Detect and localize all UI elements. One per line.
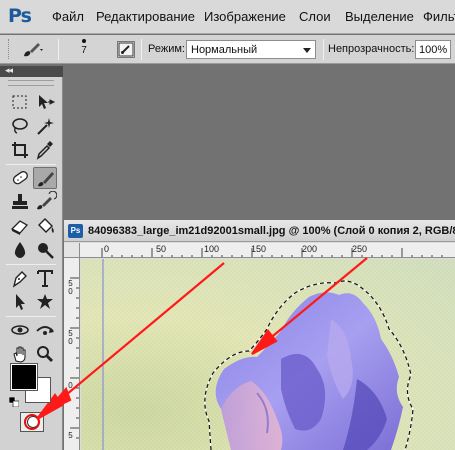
menu-select[interactable]: Выделение xyxy=(345,9,414,24)
document-ps-icon: Ps xyxy=(68,224,83,238)
annotation-circle xyxy=(24,414,40,430)
menu-file[interactable]: Файл xyxy=(52,9,84,24)
blur-tool[interactable] xyxy=(8,239,32,261)
default-colors-icon xyxy=(8,396,20,408)
chevron-down-icon xyxy=(303,48,311,53)
lasso-tool[interactable] xyxy=(8,115,32,137)
crop-tool[interactable] xyxy=(8,139,32,161)
3d-rotate-tool[interactable] xyxy=(8,319,32,341)
toolbox-grip[interactable] xyxy=(8,80,54,86)
document-window: Ps 84096383_large_im21d92001small.jpg @ … xyxy=(64,220,455,450)
mode-label: Режим: xyxy=(148,43,185,55)
toolbox-separator xyxy=(6,164,56,165)
eyedropper-icon xyxy=(36,141,53,160)
options-bar: 7 Режим: Нормальный Непрозрачность: 100% xyxy=(0,35,455,64)
path-selection-tool[interactable] xyxy=(8,291,32,313)
horizontal-ruler[interactable]: 0 50 100 150 200 250 xyxy=(80,243,455,258)
flower-image xyxy=(81,259,455,450)
ruler-ticks xyxy=(70,277,79,439)
clone-stamp-tool[interactable] xyxy=(8,191,32,213)
type-icon xyxy=(37,270,53,287)
menu-filter[interactable]: Фильт xyxy=(423,9,455,24)
collapse-icon[interactable]: ◂◂ xyxy=(5,65,13,76)
pen-icon xyxy=(12,271,27,288)
brush-size-value: 7 xyxy=(81,45,87,56)
options-separator xyxy=(323,39,324,60)
pen-tool[interactable] xyxy=(8,267,32,289)
3d-orbit-tool[interactable] xyxy=(33,319,57,341)
lasso-icon xyxy=(12,118,28,134)
move-icon xyxy=(39,95,56,109)
toolbox-separator xyxy=(6,264,56,265)
brush-tip-icon xyxy=(82,39,86,43)
tool-preset-picker[interactable] xyxy=(20,39,46,59)
rectangular-marquee-icon xyxy=(12,95,27,109)
menu-layers[interactable]: Слои xyxy=(299,9,331,24)
document-title: 84096383_large_im21d92001small.jpg @ 100… xyxy=(88,225,455,237)
rectangular-marquee-tool[interactable] xyxy=(8,91,32,113)
hand-tool[interactable] xyxy=(8,343,32,365)
document-tab[interactable]: Ps 84096383_large_im21d92001small.jpg @ … xyxy=(64,220,455,242)
eraser-icon xyxy=(10,220,29,235)
blend-mode-select[interactable]: Нормальный xyxy=(186,40,316,59)
zoom-icon xyxy=(37,346,54,363)
opacity-label: Непрозрачность: xyxy=(328,43,415,55)
custom-shape-icon xyxy=(37,294,53,309)
brush-tool[interactable] xyxy=(33,167,57,189)
dodge-icon xyxy=(38,243,54,259)
paint-bucket-icon xyxy=(38,218,54,233)
custom-shape-tool[interactable] xyxy=(33,291,57,313)
brush-panel-toggle-button[interactable] xyxy=(117,41,135,58)
menu-edit[interactable]: Редактирование xyxy=(96,9,195,24)
paint-bucket-tool[interactable] xyxy=(33,215,57,237)
magic-wand-tool[interactable] xyxy=(33,115,57,137)
image-canvas[interactable] xyxy=(81,259,455,450)
eraser-tool[interactable] xyxy=(8,215,32,237)
toolbox-separator xyxy=(6,316,56,317)
photoshop-window: Ps Файл Редактирование Изображение Слои … xyxy=(0,0,455,450)
brush-icon xyxy=(38,172,54,187)
menu-image[interactable]: Изображение xyxy=(204,9,286,24)
brush-icon xyxy=(24,43,43,57)
spot-healing-brush-tool[interactable] xyxy=(8,167,32,189)
options-bar-grip[interactable] xyxy=(8,39,11,59)
magic-wand-icon xyxy=(37,118,54,135)
quick-mask-button[interactable] xyxy=(20,412,44,432)
brush-panel-icon xyxy=(118,42,134,57)
brush-size-picker[interactable]: 7 xyxy=(76,38,92,62)
3d-rotate-icon xyxy=(11,325,29,335)
toolbox-header[interactable]: ◂◂ xyxy=(0,65,63,77)
crop-icon xyxy=(12,142,28,158)
blur-icon xyxy=(14,242,26,258)
3d-orbit-icon xyxy=(36,326,54,335)
toolbox-panel: ◂◂ xyxy=(0,65,63,450)
options-separator xyxy=(141,39,142,60)
menu-bar: Ps Файл Редактирование Изображение Слои … xyxy=(0,0,455,34)
history-brush-tool[interactable] xyxy=(33,191,57,213)
hand-icon xyxy=(13,346,26,363)
ruler-origin[interactable] xyxy=(64,243,80,258)
vertical-ruler[interactable]: 5 0 5 0 0 5 xyxy=(64,258,80,450)
path-selection-icon xyxy=(16,294,25,310)
type-tool[interactable] xyxy=(33,267,57,289)
photoshop-logo: Ps xyxy=(8,5,32,27)
clone-stamp-icon xyxy=(12,194,28,209)
default-colors-button[interactable] xyxy=(8,394,20,408)
zoom-tool[interactable] xyxy=(33,343,57,365)
foreground-color-swatch[interactable] xyxy=(10,363,38,391)
options-separator xyxy=(58,39,59,60)
opacity-input[interactable]: 100% xyxy=(415,40,451,59)
dodge-tool[interactable] xyxy=(33,239,57,261)
history-brush-icon xyxy=(37,191,57,210)
blend-mode-value: Нормальный xyxy=(191,44,258,56)
ruler-ticks xyxy=(101,248,443,257)
eyedropper-tool[interactable] xyxy=(33,139,57,161)
move-tool[interactable] xyxy=(33,91,57,113)
spot-healing-brush-icon xyxy=(12,171,28,185)
